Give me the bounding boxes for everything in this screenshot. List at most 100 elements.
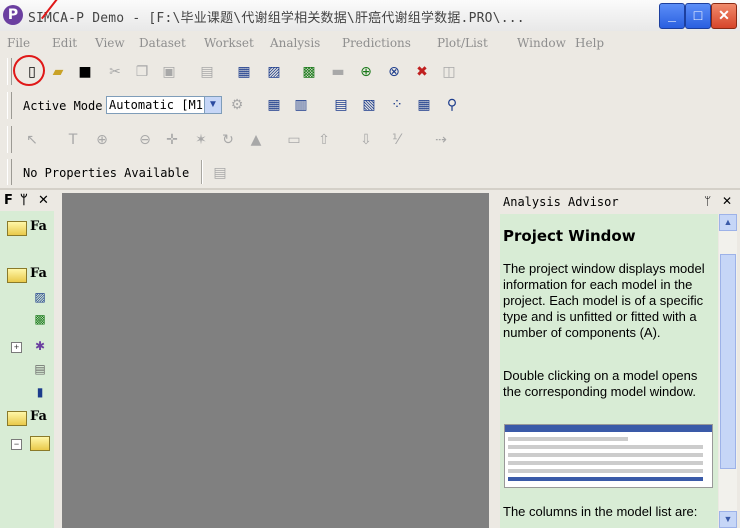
- active-mode-value: Automatic [M1: [109, 98, 203, 112]
- toolbar-standard: ▯ ▰ ■ ✂ ❐ ▣ ▤ ▦ ▨ ▩ ▬ ⊕ ⊗ ✖ ◫: [0, 55, 740, 88]
- toolbar-grip[interactable]: [7, 159, 12, 185]
- app-icon[interactable]: P: [3, 5, 23, 25]
- scatter-icon[interactable]: ⁘: [386, 94, 408, 116]
- advisor-paragraph: The columns in the model list are:: [503, 504, 698, 519]
- bar-plot-icon[interactable]: ▥: [290, 94, 312, 116]
- toolbar-properties: No Properties Available ▤: [0, 156, 740, 188]
- toolbar-active-mode: Active Mode Automatic [M1 ▼ ⚙ ▦ ▥ ▤ ▧ ⁘ …: [0, 88, 740, 123]
- scroll-down-icon[interactable]: ▼: [719, 511, 737, 528]
- upload-icon[interactable]: ⇧: [313, 129, 335, 151]
- triangle-icon[interactable]: ▲: [245, 129, 267, 151]
- menu-analysis[interactable]: Analysis: [270, 36, 320, 50]
- maximize-button[interactable]: □: [685, 3, 711, 29]
- grid-icon[interactable]: ▦: [413, 94, 435, 116]
- close-icon[interactable]: ✕: [38, 193, 49, 208]
- analysis-advisor-panel: Analysis Advisor ᛘ ✕ Project Window The …: [498, 190, 740, 528]
- folder-icon[interactable]: [30, 436, 50, 451]
- favorites-panel-header: F ᛘ ✕: [0, 190, 54, 210]
- print-icon[interactable]: ▤: [196, 61, 218, 83]
- cut-icon[interactable]: ✂: [104, 61, 126, 83]
- folder-icon: [7, 268, 27, 283]
- menu-help[interactable]: Help: [575, 36, 604, 50]
- advisor-content: Project Window The project window displa…: [500, 214, 718, 528]
- folder-icon: [7, 221, 27, 236]
- close-icon[interactable]: ✕: [722, 194, 732, 208]
- title-bar: P SIMCA-P Demo - [F:\毕业课题\代谢组学相关数据\肝癌代谢组…: [0, 0, 740, 32]
- properties-icon[interactable]: ▤: [209, 162, 231, 184]
- pin-icon[interactable]: ᛘ: [704, 194, 711, 208]
- menu-workset[interactable]: Workset: [204, 36, 254, 50]
- menu-bar: File Edit View Dataset Workset Analysis …: [0, 31, 740, 55]
- main-workspace[interactable]: [62, 193, 489, 528]
- fit-model-icon[interactable]: ▩: [32, 311, 48, 327]
- minimize-button[interactable]: _: [659, 3, 685, 29]
- chevron-down-icon[interactable]: ▼: [204, 97, 221, 113]
- magic-wand-icon[interactable]: ✶: [190, 129, 212, 151]
- add-component-icon[interactable]: ⊕: [355, 61, 377, 83]
- advisor-paragraph: Double clicking on a model opens the cor…: [503, 368, 698, 399]
- list-icon[interactable]: ▤: [32, 361, 48, 377]
- menu-predictions[interactable]: Predictions: [342, 36, 411, 50]
- model-dis-icon[interactable]: ▬: [327, 61, 349, 83]
- dataset-table-icon[interactable]: ▦: [233, 61, 255, 83]
- active-mode-label: Active Mode: [23, 99, 103, 113]
- menu-plot-list[interactable]: Plot/List: [437, 36, 488, 50]
- favorites-folder-label[interactable]: Fa: [30, 266, 47, 281]
- menu-dataset[interactable]: Dataset: [139, 36, 186, 50]
- menu-view[interactable]: View: [95, 36, 125, 50]
- paste-icon[interactable]: ▣: [158, 61, 180, 83]
- advisor-paragraph: The project window displays model inform…: [503, 261, 705, 340]
- autofit-icon[interactable]: ◫: [438, 61, 460, 83]
- workset-icon[interactable]: ▨: [32, 289, 48, 305]
- zoom-out-icon[interactable]: ⊖: [134, 129, 156, 151]
- highlight-circle: [13, 55, 45, 86]
- text-icon[interactable]: T: [62, 129, 84, 151]
- favorites-tree: Fa Fa ▨ ▩ + ✱ ▤ ▮ Fa −: [0, 211, 54, 528]
- scroll-up-icon[interactable]: ▲: [719, 214, 737, 231]
- collapse-icon[interactable]: −: [11, 439, 22, 450]
- menu-edit[interactable]: Edit: [52, 36, 77, 50]
- favorites-panel: F ᛘ ✕ Fa Fa ▨ ▩ + ✱ ▤ ▮ Fa −: [0, 190, 54, 528]
- next-component-icon[interactable]: ⊗: [383, 61, 405, 83]
- save-icon[interactable]: ■: [74, 61, 96, 83]
- summary-icon[interactable]: ▦: [263, 94, 285, 116]
- crosshair-icon[interactable]: ✛: [161, 129, 183, 151]
- toolbar-grip[interactable]: [7, 126, 12, 153]
- magnify-icon[interactable]: ⚲: [441, 94, 463, 116]
- expand-icon[interactable]: +: [11, 342, 22, 353]
- pin-icon[interactable]: ᛘ: [20, 193, 28, 208]
- favorites-folder-label[interactable]: Fa: [30, 409, 47, 424]
- mode-settings-icon[interactable]: ⚙: [226, 94, 248, 116]
- project-window-screenshot: [504, 424, 713, 488]
- menu-file[interactable]: File: [7, 36, 30, 50]
- toolbar-grip[interactable]: [7, 92, 12, 119]
- open-folder-icon[interactable]: ▰: [47, 61, 69, 83]
- pointer-icon[interactable]: ↖: [21, 129, 43, 151]
- plot-icon[interactable]: ✱: [32, 338, 48, 354]
- rotate-icon[interactable]: ↻: [217, 129, 239, 151]
- favorites-panel-title: F: [4, 193, 13, 208]
- line-style-icon[interactable]: ⇢: [430, 129, 452, 151]
- scores-icon[interactable]: ▤: [330, 94, 352, 116]
- frame-icon[interactable]: ▭: [283, 129, 305, 151]
- zoom-in-icon[interactable]: ⊕: [91, 129, 113, 151]
- remove-component-icon[interactable]: ✖: [411, 61, 433, 83]
- close-button[interactable]: ✕: [711, 3, 737, 29]
- favorites-folder-label[interactable]: Fa: [30, 219, 47, 234]
- number-icon[interactable]: ⅟: [385, 129, 407, 151]
- properties-label: No Properties Available: [23, 166, 190, 180]
- advisor-scrollbar[interactable]: ▲ ▼: [719, 214, 737, 528]
- scroll-thumb[interactable]: [720, 254, 736, 469]
- download-icon[interactable]: ⇩: [355, 129, 377, 151]
- workset-icon[interactable]: ▨: [263, 61, 285, 83]
- menu-window[interactable]: Window: [517, 36, 566, 50]
- toolbar-separator: [201, 160, 203, 184]
- toolbar-grip[interactable]: [7, 58, 12, 85]
- fit-model-icon[interactable]: ▩: [298, 61, 320, 83]
- bar-chart-icon[interactable]: ▮: [32, 384, 48, 400]
- copy-icon[interactable]: ❐: [131, 61, 153, 83]
- window-title: SIMCA-P Demo - [F:\毕业课题\代谢组学相关数据\肝癌代谢组学数…: [28, 11, 525, 26]
- loadings-icon[interactable]: ▧: [358, 94, 380, 116]
- active-mode-select[interactable]: Automatic [M1 ▼: [106, 96, 222, 114]
- toolbar-plot: ↖ T ⊕ ⊖ ✛ ✶ ↻ ▲ ▭ ⇧ ⇩ ⅟ ⇢: [0, 123, 740, 156]
